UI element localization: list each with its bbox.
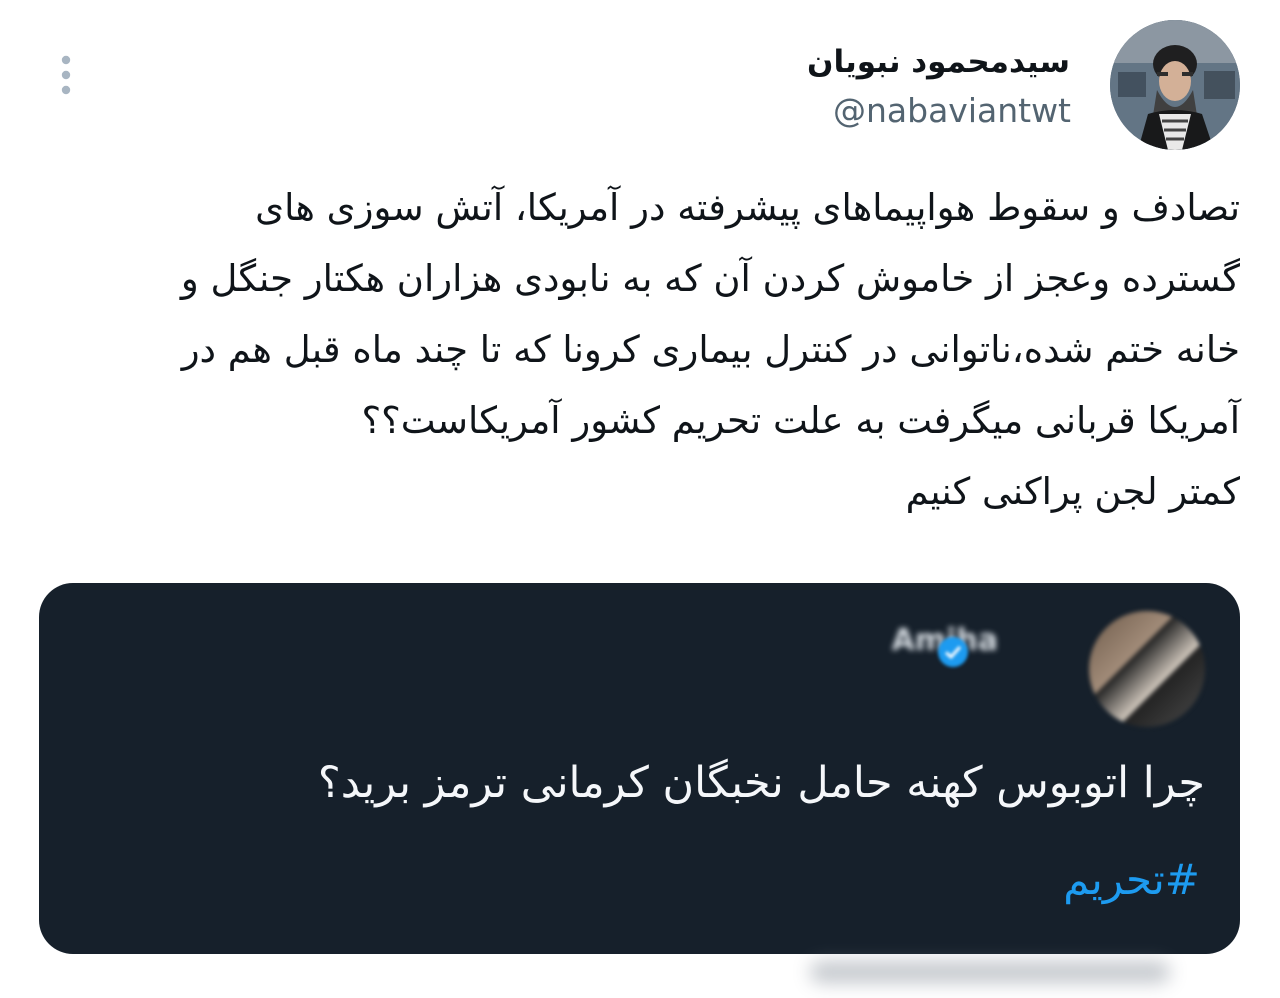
quoted-tweet-card[interactable]: Amiha چرا اتوبوس کهنه حامل نخبگان کرمانی… xyxy=(39,583,1240,954)
tweet-body: تصادف و سقوط هواپیماهای پیشرفته در آمریک… xyxy=(180,186,1240,513)
quoted-tweet-text: چرا اتوبوس کهنه حامل نخبگان کرمانی ترمز … xyxy=(317,758,1205,808)
verified-badge-icon xyxy=(937,636,969,668)
author-handle[interactable]: @nabaviantwt xyxy=(833,91,1071,130)
more-options-icon[interactable] xyxy=(58,53,74,97)
blurred-tweet-footer xyxy=(810,961,1170,983)
author-display-name[interactable]: سیدمحمود نبویان xyxy=(807,44,1070,80)
hashtag-link[interactable]: #تحریم xyxy=(1063,855,1200,904)
quoted-author-avatar[interactable] xyxy=(1089,611,1205,727)
author-avatar[interactable] xyxy=(1110,20,1240,150)
